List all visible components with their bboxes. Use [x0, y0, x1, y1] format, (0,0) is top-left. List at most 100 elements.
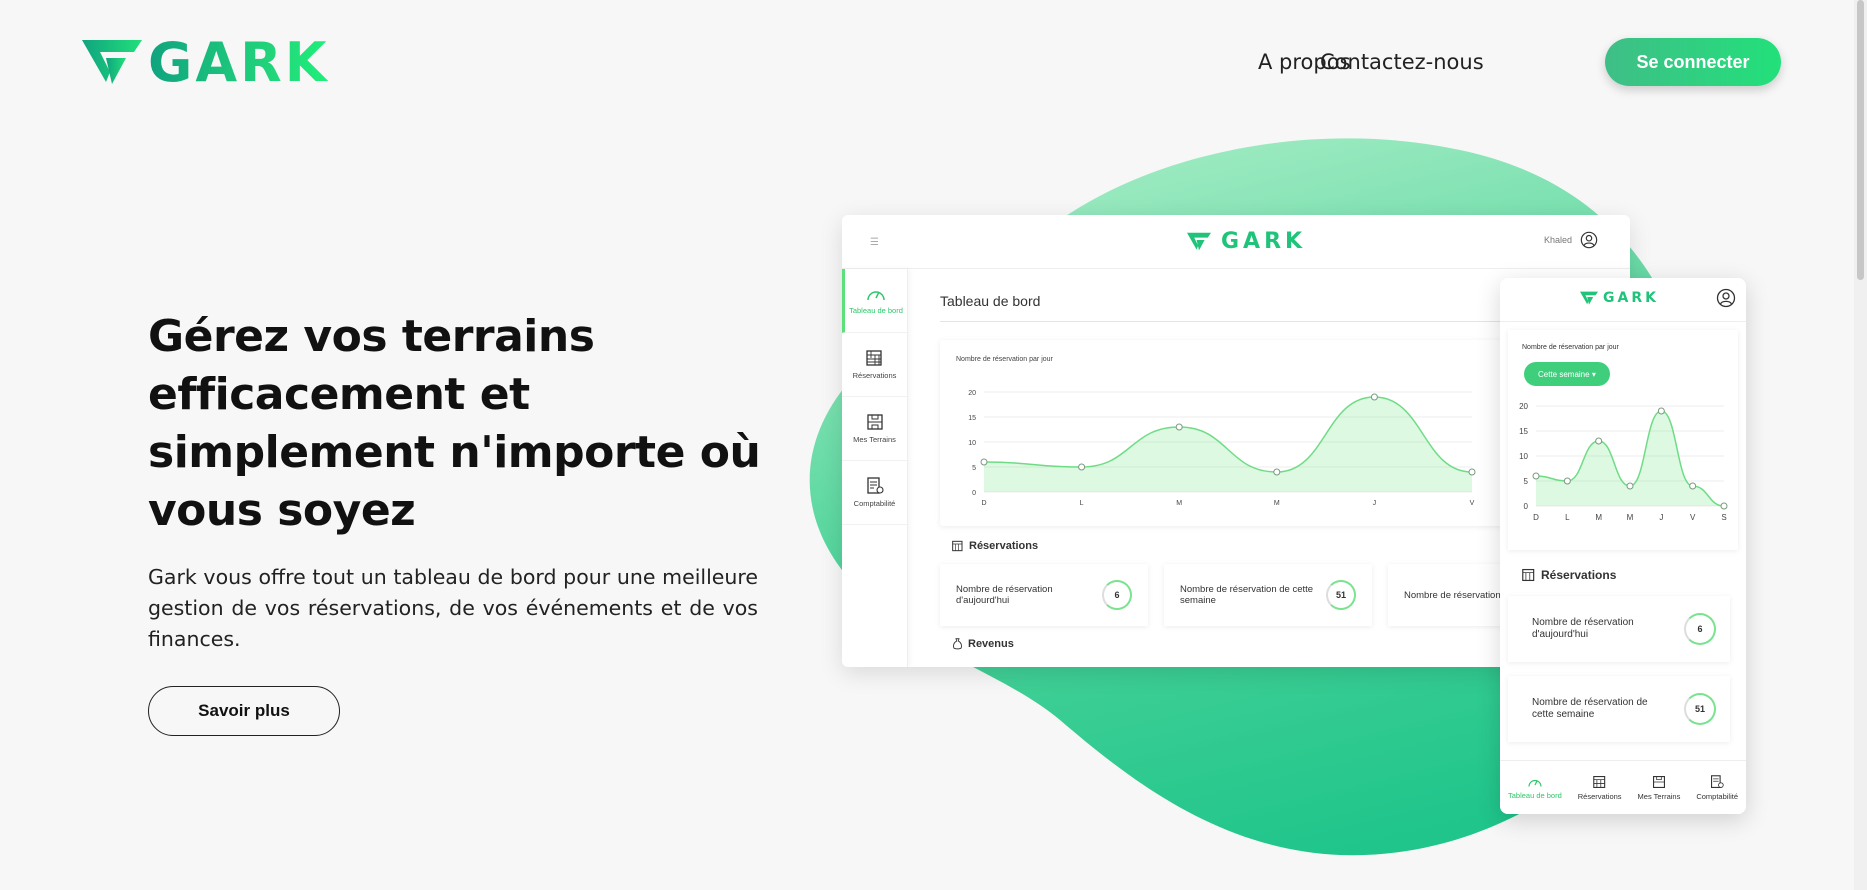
login-button[interactable]: Se connecter: [1605, 38, 1781, 86]
mobile-brand-name: GARK: [1603, 290, 1659, 306]
x-tick-label: M: [1595, 513, 1602, 522]
nav-contact-link[interactable]: Contactez-nous: [1320, 50, 1484, 74]
x-tick-label: D: [1533, 513, 1539, 522]
mobile-stat-card: Nombre de réservation de cette semaine 5…: [1508, 676, 1730, 742]
stat-label: Nombre de réservation de cette semaine: [1532, 697, 1648, 720]
gauge-icon: [867, 291, 885, 301]
series-area: [1536, 411, 1724, 506]
series-area: [984, 397, 1472, 492]
reservations-chart: 0 5 10 15 20 D L M M J V: [968, 390, 1476, 507]
mock-user: Khaled: [1544, 231, 1598, 249]
stat-value: 6: [1102, 580, 1132, 610]
stat-label: Nombre de réservation d'aujourd'hui: [1532, 617, 1634, 640]
stat-label: Nombre de réservation: [1404, 589, 1501, 601]
stat-card: Nombre de réservation d'aujourd'hui 6: [940, 564, 1148, 626]
mobile-nav-dashboard: Tableau de bord: [1508, 776, 1562, 800]
y-tick-label: 0: [972, 490, 976, 497]
section-title: Revenus: [968, 638, 1014, 650]
data-point: [1532, 472, 1540, 480]
y-tick-label: 10: [1519, 452, 1528, 461]
data-point: [1595, 437, 1603, 445]
mock-sidebar-item-reservations: Réservations: [842, 333, 907, 397]
learn-more-button[interactable]: Savoir plus: [148, 686, 340, 736]
x-tick-label: V: [1470, 500, 1475, 507]
stat-value: 51: [1326, 580, 1356, 610]
x-tick-label: L: [1565, 513, 1570, 522]
mock-sidebar-label: Comptabilité: [853, 499, 896, 508]
user-avatar-icon: [1716, 288, 1736, 308]
top-nav: A propos Contactez-nous: [1258, 38, 1867, 86]
data-point: [1720, 502, 1728, 510]
section-title: Réservations: [969, 540, 1039, 552]
accounting-icon: [1711, 774, 1724, 788]
data-point: [1175, 423, 1183, 431]
hero-title: Gérez vos terrains efficacement et simpl…: [148, 311, 761, 536]
section-title: Réservations: [1541, 568, 1617, 582]
gauge-icon: [1528, 779, 1542, 787]
x-tick-label: M: [1176, 500, 1182, 507]
mobile-nav-label: Tableau de bord: [1507, 790, 1562, 800]
data-point: [1078, 463, 1086, 471]
field-icon: [1652, 775, 1665, 788]
accounting-icon: [866, 477, 884, 494]
x-tick-label: S: [1721, 513, 1726, 522]
user-avatar-icon: [1580, 231, 1598, 249]
period-label: Cette semaine: [1538, 369, 1590, 379]
chart-title: Nombre de réservation par jour: [1522, 344, 1619, 351]
mobile-bottom-nav: Tableau de bord Réservations Mes Terrain…: [1500, 760, 1746, 814]
y-tick-label: 15: [1519, 427, 1528, 436]
period-dropdown: Cette semaine ▾: [1524, 362, 1610, 386]
mock-sidebar-item-accounting: Comptabilité: [842, 461, 907, 525]
logo-icon: [82, 40, 142, 84]
mock-sidebar-item-dashboard: Tableau de bord: [842, 269, 907, 333]
mobile-dashboard-mockup: GARK Nombre de réservation par jour Cett…: [1500, 278, 1746, 814]
mobile-nav-label: Comptabilité: [1696, 791, 1738, 801]
y-tick-label: 20: [1519, 402, 1528, 411]
mock-topbar: ☰ GARK Khaled: [842, 215, 1630, 269]
data-point: [980, 458, 988, 466]
mobile-reservations-heading: Réservations: [1522, 568, 1746, 582]
stat-value: 51: [1684, 693, 1716, 725]
mobile-reservations-chart: 0 5 10 15 20 D L M M J V S: [1519, 402, 1728, 522]
brand-logo[interactable]: GARK: [82, 36, 330, 90]
calendar-icon: [952, 540, 963, 552]
mobile-logo: GARK: [1580, 290, 1659, 306]
y-tick-label: 0: [1524, 502, 1529, 511]
mock-sidebar-label: Mes Terrains: [853, 435, 896, 444]
hero-description: Gark vous offre tout un tableau de bord …: [148, 565, 758, 651]
stat-label: Nombre de réservation d'aujourd'hui: [956, 584, 1053, 606]
data-point: [1689, 482, 1697, 490]
x-tick-label: L: [1080, 500, 1084, 507]
mobile-stat-card: Nombre de réservation d'aujourd'hui 6: [1508, 596, 1730, 662]
mobile-nav-reservations: Réservations: [1578, 775, 1622, 801]
data-point: [1657, 407, 1665, 415]
y-tick-label: 5: [1524, 477, 1529, 486]
x-tick-label: J: [1373, 500, 1377, 507]
money-bag-icon: [953, 638, 962, 650]
mobile-nav-label: Réservations: [1577, 791, 1622, 801]
x-tick-label: D: [981, 500, 986, 507]
x-tick-label: M: [1274, 500, 1280, 507]
mock-chart-card: Nombre de réservation par jour 0 5 10 15 20 D…: [940, 340, 1520, 526]
mobile-nav-label: Mes Terrains: [1637, 791, 1681, 801]
stat-card: Nombre de réservation de cette semaine 5…: [1164, 564, 1372, 626]
mock-sidebar-item-terrains: Mes Terrains: [842, 397, 907, 461]
x-tick-label: M: [1627, 513, 1634, 522]
calendar-icon: [1522, 568, 1535, 582]
mobile-nav-terrains: Mes Terrains: [1637, 775, 1681, 801]
logo-icon: [1187, 232, 1211, 250]
logo-icon: [1580, 291, 1598, 305]
stat-value: 6: [1684, 613, 1716, 645]
chart-title: Nombre de réservation par jour: [956, 356, 1053, 363]
mobile-chart-card: Nombre de réservation par jour Cette sem…: [1508, 330, 1738, 550]
mock-sidebar-label: Tableau de bord: [849, 306, 903, 315]
stat-label: Nombre de réservation de cette semaine: [1180, 584, 1314, 606]
y-tick-label: 20: [968, 390, 976, 397]
data-point: [1370, 393, 1378, 401]
data-point: [1626, 482, 1634, 490]
mobile-topbar: GARK: [1500, 278, 1746, 322]
mock-page-title: Tableau de bord: [940, 293, 1500, 322]
calendar-icon: [865, 350, 882, 366]
y-tick-label: 5: [972, 465, 976, 472]
field-icon: [866, 414, 883, 430]
